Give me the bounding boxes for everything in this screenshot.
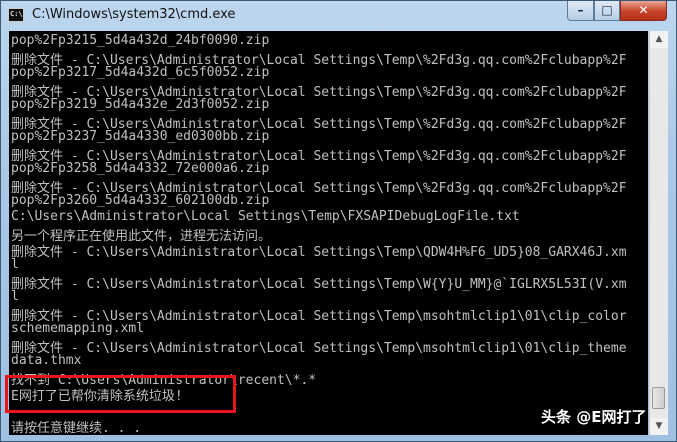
console-line: 删除文件 - C:\Users\Administrator\Local Sett…	[11, 53, 627, 68]
minimize-button[interactable]: –	[567, 1, 594, 21]
console-lines: pop%2Fp3215_5d4a432d_24bf0090.zip 删除文件 - …	[11, 33, 627, 435]
title-bar[interactable]: C:\ C:\Windows\system32\cmd.exe – □ ✕	[1, 1, 676, 31]
vertical-scrollbar[interactable]: ▲ ▼	[649, 31, 668, 435]
console-line: 删除文件 - C:\Users\Administrator\Local Sett…	[11, 149, 627, 164]
console-line: 删除文件 - C:\Users\Administrator\Local Sett…	[11, 85, 627, 100]
console-line: pop%2Fp3215_5d4a432d_24bf0090.zip	[11, 33, 270, 48]
console-line: 删除文件 - C:\Users\Administrator\Local Sett…	[11, 341, 627, 356]
cmd-icon-label: C:\	[10, 10, 23, 18]
console-line: 删除文件 - C:\Users\Administrator\Local Sett…	[11, 245, 627, 260]
close-button[interactable]: ✕	[620, 1, 667, 21]
console-line: 请按任意键继续. . .	[11, 421, 142, 435]
scrollbar-thumb[interactable]	[652, 387, 665, 409]
cmd-window: C:\ C:\Windows\system32\cmd.exe – □ ✕ po…	[0, 0, 677, 442]
console-line: C:\Users\Administrator\Local Settings\Te…	[11, 209, 520, 224]
scroll-up-arrow-icon[interactable]: ▲	[650, 31, 668, 48]
console-line: 删除文件 - C:\Users\Administrator\Local Sett…	[11, 117, 627, 132]
watermark: 头条 @E网打了	[541, 408, 647, 426]
window-title: C:\Windows\system32\cmd.exe	[32, 7, 236, 22]
highlight-box-annotation	[5, 375, 236, 413]
console-line: 另一个程序正在使用此文件，进程无法访问。	[11, 229, 272, 244]
scroll-down-arrow-icon[interactable]: ▼	[650, 418, 668, 435]
console-line: 删除文件 - C:\Users\Administrator\Local Sett…	[11, 277, 627, 292]
cmd-app-icon[interactable]: C:\	[8, 8, 24, 22]
console-line: 删除文件 - C:\Users\Administrator\Local Sett…	[11, 309, 627, 324]
maximize-button[interactable]: □	[594, 1, 620, 21]
console-line: 删除文件 - C:\Users\Administrator\Local Sett…	[11, 181, 627, 196]
